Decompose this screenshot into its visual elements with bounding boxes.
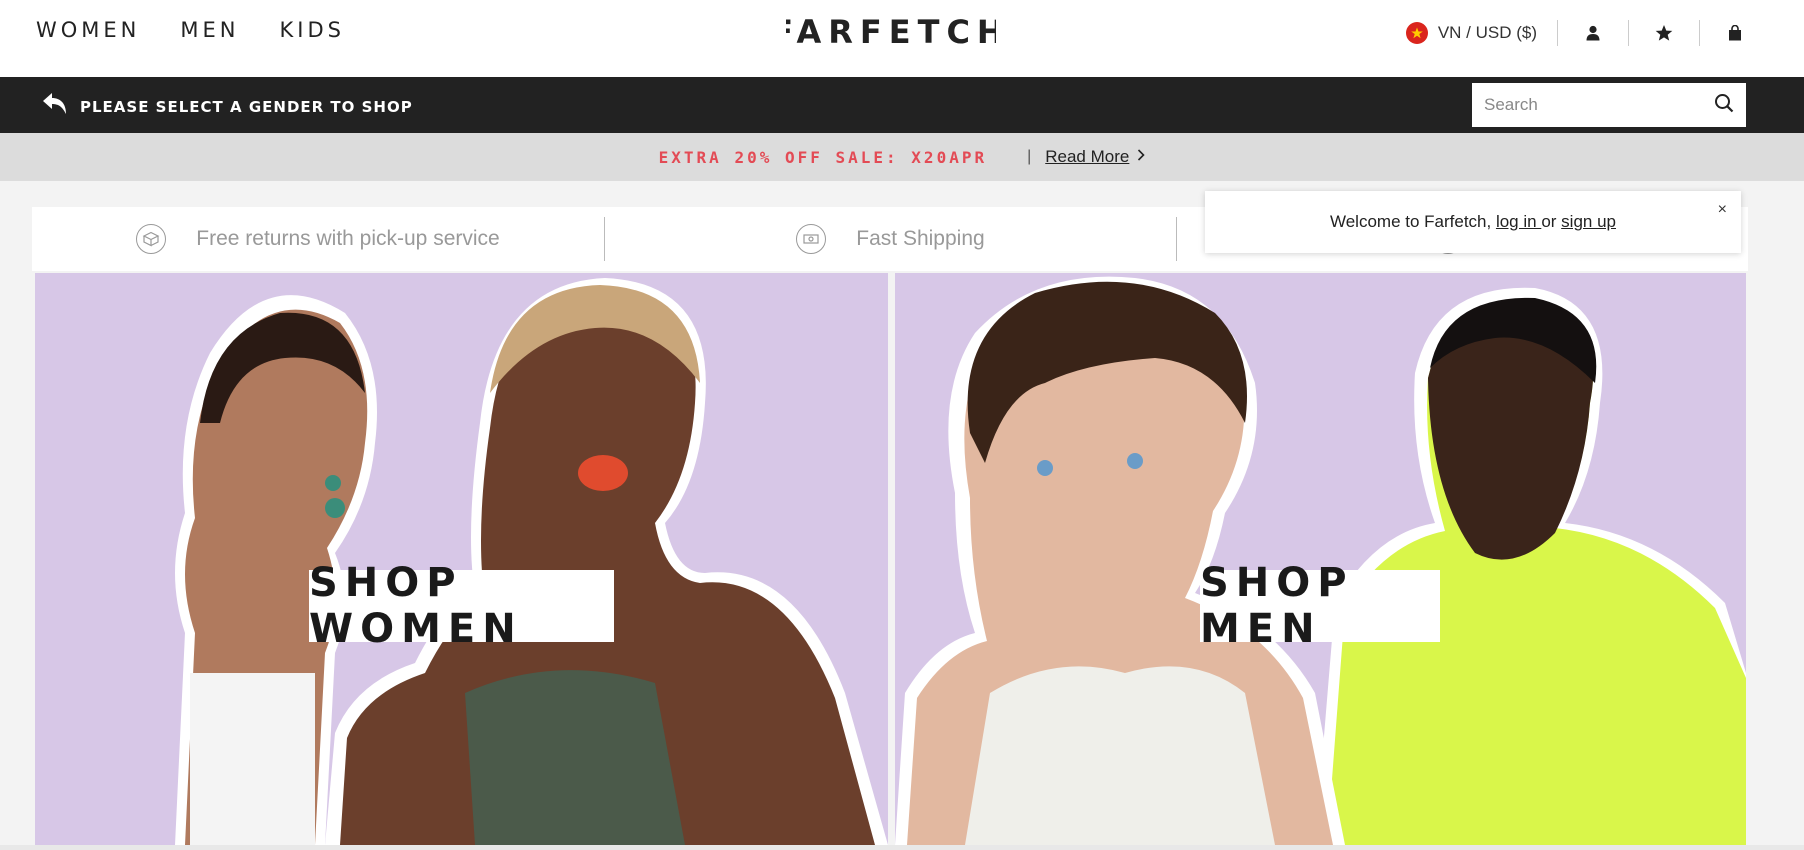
benefit-fast-shipping: Fast Shipping xyxy=(604,217,1176,261)
vietnam-flag-icon xyxy=(1405,22,1428,44)
signup-link[interactable]: sign up xyxy=(1561,212,1616,232)
shipping-icon xyxy=(796,224,827,254)
wishlist-star-icon[interactable] xyxy=(1653,22,1675,44)
benefit-text: Free returns with pick-up service xyxy=(196,227,500,250)
hero-men[interactable]: SHOP MEN xyxy=(895,273,1746,845)
nav-women[interactable]: WOMEN xyxy=(36,18,140,42)
search-icon[interactable] xyxy=(1714,93,1734,118)
shop-men-button[interactable]: SHOP MEN xyxy=(1200,560,1440,652)
shopping-bag-icon[interactable] xyxy=(1724,22,1746,44)
shop-women-button[interactable]: SHOP WOMEN xyxy=(309,560,614,652)
page-bottom-border xyxy=(0,845,1804,850)
back-arrow-icon xyxy=(40,90,68,123)
header-utilities: VN / USD ($) xyxy=(1405,16,1746,50)
divider xyxy=(1628,20,1629,46)
gender-prompt-text: PLEASE SELECT A GENDER TO SHOP xyxy=(80,97,413,116)
gender-select-bar: PLEASE SELECT A GENDER TO SHOP xyxy=(0,77,1804,133)
account-icon[interactable] xyxy=(1582,22,1604,44)
hero-women[interactable]: SHOP WOMEN xyxy=(35,273,888,845)
welcome-popup: Welcome to Farfetch, log in or sign up × xyxy=(1205,191,1741,253)
locale-selector[interactable]: VN / USD ($) xyxy=(1438,23,1537,43)
promo-code-text: EXTRA 20% OFF SALE: X20APR xyxy=(658,147,988,167)
men-models-image xyxy=(895,276,1746,845)
nav-kids[interactable]: KIDS xyxy=(280,18,345,42)
benefit-free-returns: Free returns with pick-up service xyxy=(32,217,604,261)
gender-nav: WOMEN MEN KIDS xyxy=(36,18,345,42)
chevron-right-icon xyxy=(1137,148,1145,166)
close-icon[interactable]: × xyxy=(1718,201,1727,219)
divider xyxy=(1699,20,1700,46)
promo-separator: | xyxy=(1027,148,1032,165)
welcome-or: or xyxy=(1541,212,1562,231)
read-more-link[interactable]: Read More xyxy=(1045,147,1129,167)
benefit-text: Fast Shipping xyxy=(856,227,985,250)
nav-men[interactable]: MEN xyxy=(180,18,239,42)
login-link[interactable]: log in xyxy=(1496,212,1541,232)
welcome-text: Welcome to Farfetch, xyxy=(1329,212,1496,231)
site-header: WOMEN MEN KIDS FARFETCH VN / USD ($) xyxy=(0,0,1804,77)
promo-banner: EXTRA 20% OFF SALE: X20APR | Read More xyxy=(0,133,1804,181)
search-box xyxy=(1472,83,1746,127)
women-models-image xyxy=(175,278,888,845)
logo-text: FARFETCH xyxy=(786,13,996,49)
search-input[interactable] xyxy=(1484,95,1714,115)
divider xyxy=(1557,20,1558,46)
farfetch-logo[interactable]: FARFETCH xyxy=(786,13,996,49)
returns-box-icon xyxy=(136,224,167,254)
gender-prompt[interactable]: PLEASE SELECT A GENDER TO SHOP xyxy=(40,90,413,123)
